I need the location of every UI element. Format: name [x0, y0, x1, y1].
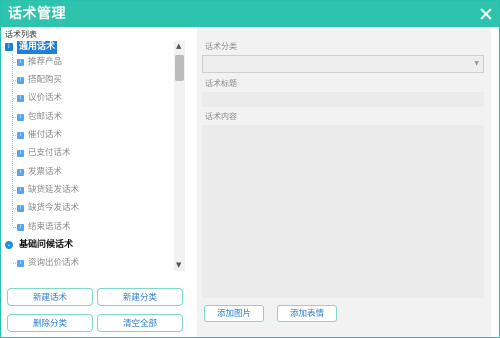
tree-group-general[interactable]: i 通用话术 [5, 40, 58, 54]
tree-item[interactable]: i 资询出价话术 [13, 256, 79, 270]
tree-group-label[interactable]: 基础问候话术 [17, 239, 75, 252]
scroll-up-icon[interactable]: ▲ [176, 42, 181, 50]
tree-item[interactable]: i 议价话术 [13, 91, 62, 105]
script-icon: i [17, 149, 24, 157]
window-title: 话术管理 [8, 6, 66, 22]
script-icon: i [17, 94, 24, 102]
script-icon: i [17, 58, 24, 66]
chevron-down-icon[interactable]: ▼ [474, 60, 479, 68]
script-icon: i [17, 131, 24, 139]
new-category-button[interactable]: 新建分类 [97, 288, 183, 306]
content-label: 话术内容 [205, 112, 237, 121]
tree-scrollbar[interactable]: ▲ ▼ [174, 41, 185, 271]
category-select[interactable]: ▼ [202, 55, 484, 73]
tree-item[interactable]: i 缺货延发话术 [13, 183, 79, 197]
content-textarea[interactable] [202, 125, 484, 298]
script-icon: i [17, 259, 24, 267]
tree-group-label[interactable]: 通用话术 [17, 40, 58, 54]
script-icon: i [17, 168, 24, 176]
delete-category-button[interactable]: 删除分类 [7, 314, 93, 332]
tree-item[interactable]: i 推荐产品 [13, 55, 62, 69]
script-icon: i [17, 113, 24, 121]
tree-item[interactable]: i 结束语话术 [13, 220, 71, 234]
tree-item[interactable]: i 缺货今发话术 [13, 201, 79, 215]
add-emoji-button[interactable]: 添加表情 [277, 305, 337, 322]
script-icon: i [17, 223, 24, 231]
script-list-label: 话术列表 [5, 30, 37, 39]
script-icon: i [17, 186, 24, 194]
tree-item[interactable]: i 包邮话术 [13, 110, 62, 124]
add-image-button[interactable]: 添加图片 [204, 305, 264, 322]
folder-icon: i [5, 43, 13, 51]
tree-group-greetings[interactable]: ⌄ 基础问候话术 [5, 238, 75, 252]
script-manager-window: 话术管理 话术列表 i 通用话术 i 推荐产品 i 搭配购买 i 议价话术 i 包邮话术… [0, 0, 500, 338]
script-editor-panel: 话术分类 ▼ 话术标题 话术内容 添加图片 添加表情 [197, 27, 491, 337]
tree-item[interactable]: i 已支付话术 [13, 146, 71, 160]
script-tree: i 通用话术 i 推荐产品 i 搭配购买 i 议价话术 i 包邮话术 i 催付话术 i 已支… [3, 40, 173, 298]
tree-item[interactable]: i 催付话术 [13, 128, 62, 142]
tree-item[interactable]: i 发票话术 [13, 165, 62, 179]
collapse-icon[interactable]: ⌄ [5, 241, 13, 249]
script-icon: i [17, 204, 24, 212]
tree-item[interactable]: i 搭配购买 [13, 73, 62, 87]
new-script-button[interactable]: 新建话术 [7, 288, 93, 306]
script-list-panel: 话术列表 i 通用话术 i 推荐产品 i 搭配购买 i 议价话术 i 包邮话术 i 催付话… [1, 27, 187, 337]
title-label: 话术标题 [205, 79, 237, 88]
clear-all-button[interactable]: 清空全部 [97, 314, 183, 332]
title-input[interactable] [202, 92, 484, 107]
scroll-down-icon[interactable]: ▼ [176, 261, 181, 269]
scroll-thumb[interactable] [175, 55, 184, 81]
script-icon: i [17, 76, 24, 84]
title-bar: 话术管理 [1, 1, 499, 27]
category-label: 话术分类 [205, 42, 237, 51]
close-icon[interactable] [477, 5, 495, 23]
